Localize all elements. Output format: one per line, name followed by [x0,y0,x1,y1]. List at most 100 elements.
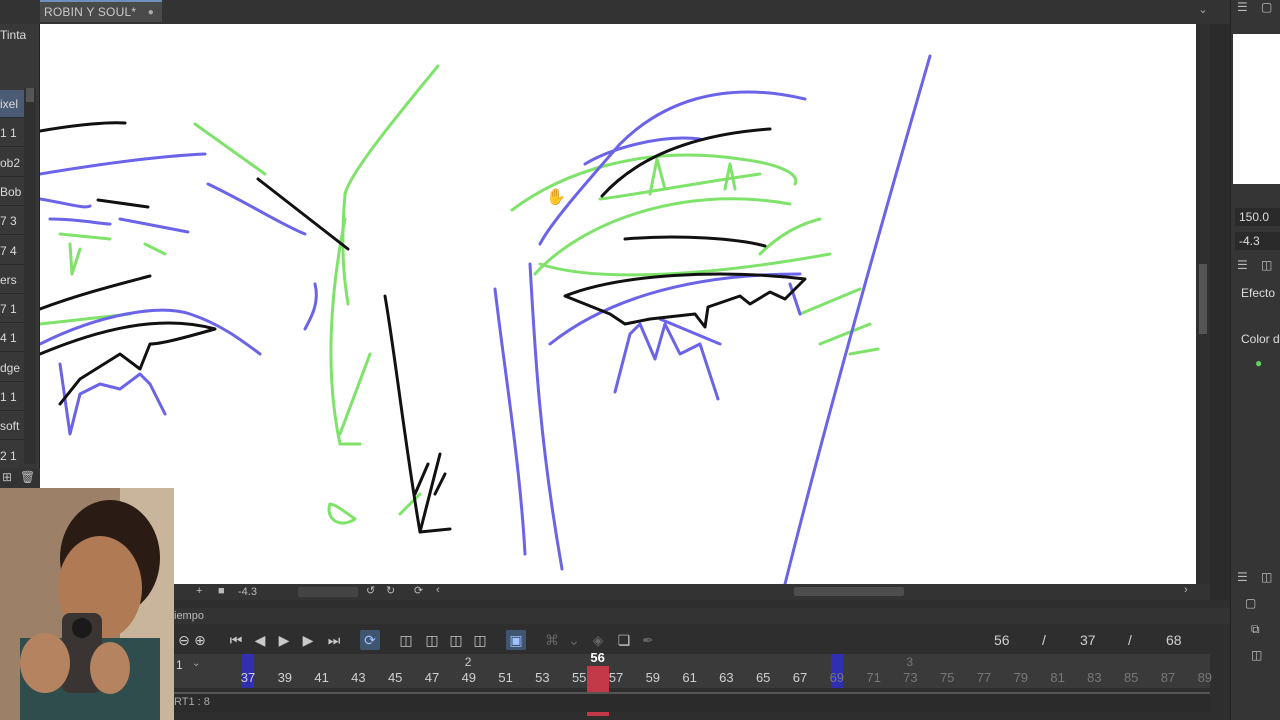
fit-icon[interactable]: ■ [218,585,225,597]
canvas-vertical-scrollbar[interactable] [1196,24,1210,584]
frame-number[interactable]: 45 [382,670,408,685]
zoom-value[interactable]: -4.3 [238,586,257,598]
color-swatch-icon[interactable]: ● [1255,356,1262,370]
frame-number[interactable]: 61 [677,670,703,685]
frame-number[interactable]: 87 [1155,670,1181,685]
keyframe-icon[interactable]: ⌘ [542,630,562,650]
folder-icon[interactable]: ◫ [1251,648,1262,662]
frame-number[interactable]: 71 [861,670,887,685]
frame-number[interactable]: 37 [235,670,261,685]
color-label: Color d [1241,332,1280,346]
zoom-in-icon[interactable]: ⊕ [190,630,210,650]
onion-skin-icon[interactable]: ▣ [506,630,526,650]
navigator-preview[interactable] [1233,34,1280,184]
reset-rotation-icon[interactable]: ⟳ [414,584,423,597]
frame-number[interactable]: 67 [787,670,813,685]
frame-number[interactable]: 77 [971,670,997,685]
horizontal-scroll-thumb[interactable] [794,587,904,596]
light-table-icon[interactable]: ◈ [588,630,608,650]
document-tab-bar [0,0,1230,24]
rotation-field[interactable]: -4.3 [1235,232,1280,250]
frame-number[interactable]: 41 [309,670,335,685]
scroll-left-icon[interactable]: ‹ [436,584,440,596]
panel-menu-icon[interactable]: ☰ [1237,570,1248,584]
layer-panel-footer: ⊞ 🗑 [0,468,40,488]
frame-number[interactable]: 39 [272,670,298,685]
trash-icon[interactable]: 🗑 [20,470,35,484]
new-layer-icon[interactable]: ⊞ [2,470,12,484]
separator: / [1128,632,1132,648]
layers-icon[interactable]: ◫ [1261,258,1272,272]
loop-icon[interactable]: ⟳ [360,630,380,650]
track-row-label: 1 [176,658,183,672]
frame-number[interactable]: 83 [1081,670,1107,685]
frame-number[interactable]: 47 [419,670,445,685]
chevron-down-icon[interactable]: ⌄ [564,630,584,650]
plus-icon[interactable]: + [196,585,202,597]
copy-icon[interactable]: ⧉ [1251,622,1260,637]
rotate-right-icon[interactable]: ↻ [386,584,395,597]
frame-number[interactable]: 69 [824,670,850,685]
play-icon[interactable]: ▶ [274,630,294,650]
sketch-strokes: ✋ [40,54,932,584]
layer-panel-header: Tinta [0,28,27,42]
pen-icon[interactable]: ✒ [638,630,658,650]
chevron-down-icon[interactable]: ⌄ [192,658,200,669]
panel-menu-icon[interactable]: ☰ [1237,0,1248,14]
scroll-right-icon[interactable]: › [1184,584,1188,596]
playhead-frame-label: 56 [590,650,605,665]
navigator-icon[interactable]: ▢ [1261,0,1272,14]
layer-scrollbar[interactable] [24,88,36,464]
frame-number[interactable]: 81 [1045,670,1071,685]
canvas-status-bar: + ■ -4.3 ↺ ↻ ⟳ ‹ › [174,584,1210,600]
new-cel-icon[interactable]: ◫ [422,630,442,650]
frame-number[interactable]: 53 [529,670,555,685]
frame-number[interactable]: 85 [1118,670,1144,685]
track-divider [174,692,1210,694]
timeline-toolbar: ⊖ ⊕ ⏮ ◀ ▶ ▶ ⏭ ⟳ ◫ ◫ ◫ ◫ ▣ ⌘ ⌄ ◈ ❏ ✒ 56 /… [174,626,1230,652]
scale-field[interactable]: 150.0 [1235,208,1280,226]
timeline-tab-label[interactable]: iempo [174,610,204,622]
delete-cel-icon[interactable]: ◫ [470,630,490,650]
range-end-display: 68 [1166,632,1182,648]
frame-number[interactable]: 51 [493,670,519,685]
second-marker: 3 [906,655,914,669]
scroll-thumb[interactable] [1199,264,1207,334]
drawing-canvas[interactable]: ✋ [40,24,1196,584]
webcam-overlay [0,488,174,720]
frame-number[interactable]: 75 [934,670,960,685]
separator: / [1042,632,1046,648]
panel-menu-icon[interactable]: ☰ [1237,258,1248,272]
document-tab[interactable]: ROBIN Y SOUL* ● [40,0,162,22]
frame-number[interactable]: 73 [897,670,923,685]
new-frame-icon[interactable]: ▢ [1245,596,1256,610]
frame-number[interactable]: 49 [456,670,482,685]
effect-label: Efecto [1241,286,1276,300]
next-frame-icon[interactable]: ▶ [298,630,318,650]
last-frame-icon[interactable]: ⏭ [324,630,344,650]
frame-number[interactable]: 63 [713,670,739,685]
right-panel: ☰ ▢ 150.0 -4.3 ☰ ◫ Efecto Color d ● ☰ ◫ … [1230,0,1280,720]
cel-edit-icon[interactable]: ❏ [614,630,634,650]
frame-number[interactable]: 43 [345,670,371,685]
first-frame-icon[interactable]: ⏮ [226,630,246,650]
rotate-left-icon[interactable]: ↺ [366,584,375,597]
frame-ruler[interactable]: 1 ⌄ 37 39 41 43 45 47 49 51 53 55 57 59 61 63 65 67 69 71… [174,650,1212,716]
frame-number[interactable]: 59 [640,670,666,685]
prev-frame-icon[interactable]: ◀ [250,630,270,650]
hand-cursor-icon: ✋ [546,187,566,206]
current-frame-display: 56 [994,632,1010,648]
frame-number[interactable]: 89 [1192,670,1218,685]
chevron-down-icon[interactable]: ⌄ [1196,3,1210,17]
track-label: RT1 : 8 [174,696,210,708]
scroll-thumb[interactable] [26,88,34,102]
document-tab-title: ROBIN Y SOUL* [44,5,137,19]
frame-number[interactable]: 79 [1008,670,1034,685]
new-animation-folder-icon[interactable]: ◫ [396,630,416,650]
layers-icon[interactable]: ◫ [1261,570,1272,584]
timeline-track[interactable]: RT1 : 8 [174,692,1210,712]
modified-indicator: ● [147,7,154,18]
specify-cel-icon[interactable]: ◫ [446,630,466,650]
frame-number[interactable]: 65 [750,670,776,685]
zoom-slider[interactable] [298,587,358,597]
